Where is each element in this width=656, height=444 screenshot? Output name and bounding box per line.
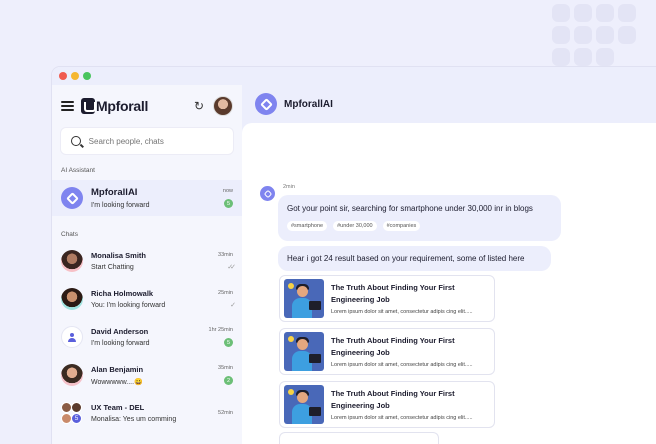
chat-preview: I'm looking forward <box>91 202 150 209</box>
conversation-header: MpforallAI <box>242 85 656 123</box>
search-input[interactable] <box>88 136 223 146</box>
card-thumbnail <box>284 279 324 318</box>
tag-chip[interactable]: #under 30,000 <box>333 221 377 231</box>
close-window-button[interactable] <box>59 72 67 80</box>
ai-section-label: AI Assistant <box>61 167 95 174</box>
search-box <box>60 127 234 155</box>
chat-preview: Wowwwww....😀 <box>91 378 143 386</box>
chat-item-mpforallai[interactable]: MpforallAI I'm looking forward now 5 <box>52 180 242 216</box>
message-time: 2min <box>283 184 295 190</box>
group-avatar: 5 <box>61 402 83 424</box>
conversation-pane: MpforallAI 2min Got your point sir, sear… <box>242 85 656 444</box>
chat-item[interactable]: Monalisa Smith Start Chatting 33min ✓✓ <box>52 242 242 280</box>
chats-section-label: Chats <box>61 231 78 238</box>
user-avatar[interactable] <box>213 96 233 116</box>
avatar <box>61 326 83 348</box>
card-description: Lorem ipsum dolor sit amet, consectetur … <box>331 362 473 368</box>
chat-name: Richa Holmowalk <box>91 289 154 298</box>
card-title: The Truth About Finding Your First Engin… <box>331 283 455 304</box>
chat-time: 35min <box>218 365 233 371</box>
card-title: The Truth About Finding Your First Engin… <box>331 336 455 357</box>
unread-badge: 5 <box>224 199 233 208</box>
avatar <box>61 288 83 310</box>
chat-item[interactable]: 5 UX Team - DEL Monalisa: Yes um comming… <box>52 394 242 432</box>
message-area: 2min Got your point sir, searching for s… <box>242 123 656 444</box>
avatar <box>61 364 83 386</box>
unread-badge: 2 <box>224 376 233 385</box>
message-text: Got your point sir, searching for smartp… <box>287 204 533 213</box>
maximize-window-button[interactable] <box>83 72 91 80</box>
chat-time: now <box>222 188 233 194</box>
menu-icon[interactable] <box>61 101 74 111</box>
sidebar-header: Mpforall ↻ <box>52 85 242 127</box>
refresh-icon[interactable]: ↻ <box>194 99 204 113</box>
chat-name: Alan Benjamin <box>91 364 144 374</box>
logo: Mpforall <box>81 98 148 114</box>
chat-item[interactable]: Richa Holmowalk You: I'm looking forward… <box>52 280 242 318</box>
card-description: Lorem ipsum dolor sit amet, consectetur … <box>331 415 473 421</box>
chat-item[interactable]: David Anderson I'm looking forward 1hr 2… <box>52 318 242 356</box>
title-bar <box>52 67 656 85</box>
sidebar: Mpforall ↻ AI Assistant MpforallAI I'm l… <box>52 85 242 444</box>
bot-avatar <box>260 186 275 201</box>
message-bubble: Hear i got 24 result based on your requi… <box>278 246 551 271</box>
result-card[interactable]: The Truth About Finding Your First Engin… <box>279 275 495 322</box>
conversation-title: MpforallAI <box>284 98 333 110</box>
chat-item[interactable]: Alan Benjamin Wowwwww....😀 35min 2 <box>52 356 242 394</box>
person-icon <box>68 333 76 342</box>
diamond-icon <box>65 191 79 205</box>
chat-name: MpforallAI <box>91 187 138 198</box>
chat-name: David Anderson <box>91 327 149 336</box>
chat-time: 1hr 25min <box>208 327 233 333</box>
chat-preview: Monalisa: Yes um comming <box>91 416 177 423</box>
tag-chip[interactable]: #smartphone <box>287 221 328 231</box>
result-card-partial[interactable] <box>279 432 439 444</box>
card-thumbnail <box>284 385 324 424</box>
logo-text: Mpforall <box>96 98 149 114</box>
chat-name: Monalisa Smith <box>91 251 147 260</box>
card-thumbnail <box>284 332 324 371</box>
app-window: Mpforall ↻ AI Assistant MpforallAI I'm l… <box>52 67 656 444</box>
chat-name: UX Team - DEL <box>91 403 145 412</box>
tag-list: #smartphone #under 30,000 #companies <box>287 221 552 231</box>
search-icon <box>71 136 81 146</box>
chat-preview: I'm looking forward <box>91 340 150 347</box>
chat-time: 25min <box>218 289 233 296</box>
chat-preview: Start Chatting <box>91 264 134 271</box>
ai-avatar <box>255 93 277 115</box>
tag-chip[interactable]: #companies <box>382 221 421 231</box>
unread-badge: 5 <box>224 338 233 347</box>
card-title: The Truth About Finding Your First Engin… <box>331 389 455 410</box>
diamond-icon <box>263 189 272 198</box>
logo-icon <box>81 98 96 114</box>
read-ticks-icon: ✓✓ <box>227 263 236 271</box>
minimize-window-button[interactable] <box>71 72 79 80</box>
ai-avatar <box>61 187 83 209</box>
card-description: Lorem ipsum dolor sit amet, consectetur … <box>331 309 473 315</box>
group-count: 5 <box>71 413 82 424</box>
chat-preview: You: I'm looking forward <box>91 302 166 309</box>
chat-time: 52min <box>218 410 233 416</box>
message-bubble: Got your point sir, searching for smartp… <box>278 195 561 241</box>
diamond-icon <box>259 97 273 111</box>
read-tick-icon: ✓ <box>230 301 236 309</box>
result-card[interactable]: The Truth About Finding Your First Engin… <box>279 381 495 428</box>
chat-time: 33min <box>218 251 233 258</box>
avatar <box>61 250 83 272</box>
result-card[interactable]: The Truth About Finding Your First Engin… <box>279 328 495 375</box>
